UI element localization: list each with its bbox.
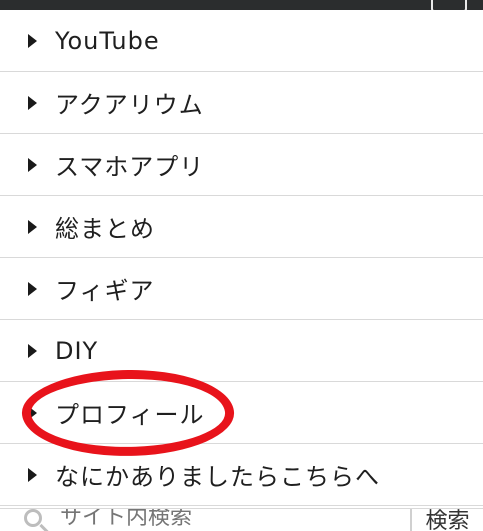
caret-right-icon: [28, 157, 37, 172]
menu-item-label: フィギア: [55, 277, 155, 305]
caret-right-icon: [28, 467, 37, 482]
menu-item-label: なにかありましたらこちらへ: [55, 463, 380, 491]
search-icon: [24, 509, 42, 527]
caret-right-icon: [28, 343, 37, 358]
navigation-menu: YouTube アクアリウム スマホアプリ 総まとめ フィギア DIY プロフィ…: [0, 10, 483, 506]
caret-right-icon: [28, 405, 37, 420]
caret-right-icon: [28, 219, 37, 234]
site-search-bar: 検索: [0, 508, 483, 531]
menu-item-aquarium[interactable]: アクアリウム: [0, 72, 483, 134]
caret-right-icon: [28, 281, 37, 296]
caret-right-icon: [28, 95, 37, 110]
menu-item-smartphone-apps[interactable]: スマホアプリ: [0, 134, 483, 196]
menu-item-contact[interactable]: なにかありましたらこちらへ: [0, 444, 483, 506]
menu-item-diy[interactable]: DIY: [0, 320, 483, 382]
menu-item-figure[interactable]: フィギア: [0, 258, 483, 320]
menu-item-label: YouTube: [55, 26, 160, 55]
menu-item-youtube[interactable]: YouTube: [0, 10, 483, 72]
search-input[interactable]: [60, 509, 400, 531]
menu-item-label: スマホアプリ: [55, 153, 205, 181]
menu-item-label: アクアリウム: [55, 91, 204, 119]
menu-item-label: DIY: [55, 336, 99, 365]
search-button[interactable]: 検索: [410, 509, 483, 531]
menu-item-summary[interactable]: 総まとめ: [0, 196, 483, 258]
menu-item-profile[interactable]: プロフィール: [0, 382, 483, 444]
caret-right-icon: [28, 33, 37, 48]
menu-item-label: プロフィール: [55, 401, 205, 429]
menu-item-label: 総まとめ: [55, 215, 155, 243]
